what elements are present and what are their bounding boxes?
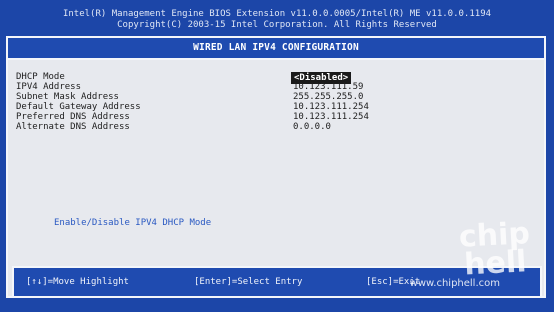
setting-label: Default Gateway Address [16, 102, 141, 112]
setting-row-dhcp-mode[interactable]: DHCP Mode <Disabled> [16, 72, 352, 84]
setting-row-default-gateway[interactable]: Default Gateway Address 10.123.111.254 [16, 102, 369, 112]
setting-label: Alternate DNS Address [16, 122, 130, 132]
setting-row-alternate-dns[interactable]: Alternate DNS Address 0.0.0.0 [16, 122, 331, 132]
setting-label: IPV4 Address [16, 82, 82, 92]
default-gateway-value[interactable]: 10.123.111.254 [293, 102, 369, 112]
footer-select-hint: [Enter]=Select Entry [194, 277, 303, 287]
setting-label: DHCP Mode [16, 72, 65, 82]
alternate-dns-value[interactable]: 0.0.0.0 [293, 122, 331, 132]
panel-title-bar: WIRED LAN IPV4 CONFIGURATION [8, 38, 544, 60]
bios-header: Intel(R) Management Engine BIOS Extensio… [0, 0, 554, 36]
bios-screen: Intel(R) Management Engine BIOS Extensio… [0, 0, 554, 312]
setting-label: Preferred DNS Address [16, 112, 130, 122]
setting-row-preferred-dns[interactable]: Preferred DNS Address 10.123.111.254 [16, 112, 369, 122]
ipv4-address-value[interactable]: 10.123.111.59 [293, 82, 363, 92]
panel-title: WIRED LAN IPV4 CONFIGURATION [193, 42, 359, 53]
help-text: Enable/Disable IPV4 DHCP Mode [54, 218, 212, 228]
setting-label: Subnet Mask Address [16, 92, 119, 102]
subnet-mask-value[interactable]: 255.255.255.0 [293, 92, 363, 102]
footer-move-hint: [↑↓]=Move Highlight [26, 277, 129, 287]
setting-row-subnet-mask[interactable]: Subnet Mask Address 255.255.255.0 [16, 92, 363, 102]
setting-row-ipv4-address[interactable]: IPV4 Address 10.123.111.59 [16, 82, 363, 92]
watermark-url: www.chiphell.com [409, 278, 500, 289]
watermark-logo-text: chip hell [458, 216, 531, 283]
header-version-line: Intel(R) Management Engine BIOS Extensio… [62, 9, 492, 19]
header-copyright-line: Copyright(C) 2003-15 Intel Corporation. … [117, 20, 437, 30]
preferred-dns-value[interactable]: 10.123.111.254 [293, 112, 369, 122]
